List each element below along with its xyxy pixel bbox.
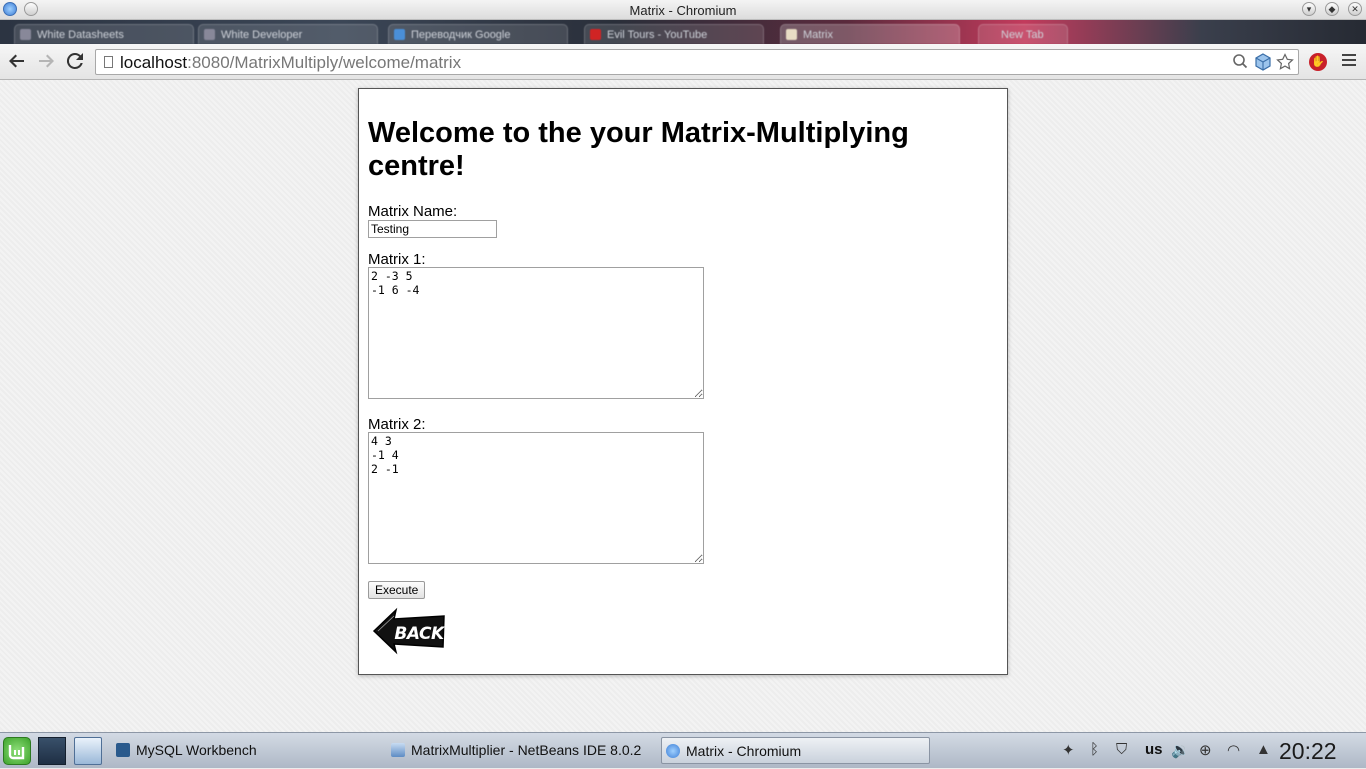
matrix-name-input[interactable] [368, 220, 497, 238]
back-button[interactable] [6, 51, 28, 73]
mint-menu-icon[interactable] [3, 737, 31, 765]
matrix-form-card: Welcome to the your Matrix-Multiplying c… [358, 88, 1008, 675]
network-icon[interactable]: ⊕ [1199, 741, 1212, 759]
tab-label: Переводчик Google [411, 29, 511, 41]
address-bar[interactable]: localhost:8080/MatrixMultiply/welcome/ma… [95, 49, 1299, 75]
show-desktop-icon[interactable] [38, 737, 66, 765]
chromium-icon [666, 744, 680, 758]
tab-2[interactable]: Переводчик Google [388, 24, 568, 44]
matrix-name-label: Matrix Name: [368, 203, 458, 220]
tab-4[interactable]: Matrix [780, 24, 960, 44]
task-label: MatrixMultiplier - NetBeans IDE 8.0.2 [411, 742, 642, 758]
tab-label: New Tab [1001, 29, 1044, 41]
url-host: localhost [120, 53, 188, 72]
wifi-icon[interactable]: ◠ [1227, 741, 1240, 759]
maximize-button[interactable]: ◆ [1325, 2, 1339, 16]
window-title-bar: Matrix - Chromium ▾ ◆ ✕ [0, 0, 1366, 20]
matrix2-label: Matrix 2: [368, 416, 426, 433]
forward-button[interactable] [35, 51, 57, 73]
browser-toolbar: localhost:8080/MatrixMultiply/welcome/ma… [0, 44, 1366, 80]
file-manager-icon[interactable] [74, 737, 102, 765]
close-button[interactable]: ✕ [1348, 2, 1362, 16]
task-netbeans[interactable]: MatrixMultiplier - NetBeans IDE 8.0.2 [387, 737, 657, 764]
task-label: MySQL Workbench [136, 742, 257, 758]
tab-favicon-icon [786, 29, 797, 40]
minimize-button[interactable]: ▾ [1302, 2, 1316, 16]
tab-strip: White Datasheets White Developer Перевод… [0, 20, 1366, 44]
back-link[interactable]: BACK [372, 607, 446, 655]
window-title: Matrix - Chromium [629, 3, 737, 18]
matrix1-textarea[interactable]: 2 -3 5 -1 6 -4 [368, 267, 704, 399]
clock[interactable]: 20:22 [1279, 738, 1337, 765]
tab-favicon-icon [394, 29, 405, 40]
tab-0[interactable]: White Datasheets [14, 24, 194, 44]
tab-favicon-icon [590, 29, 601, 40]
shield-icon[interactable]: ⛉ [1116, 741, 1127, 758]
extension-cube-icon[interactable] [1254, 53, 1272, 76]
tab-label: Evil Tours - YouTube [607, 29, 708, 41]
tab-favicon-icon [20, 29, 31, 40]
zoom-search-icon[interactable] [1232, 53, 1248, 74]
mysql-workbench-icon [116, 743, 130, 757]
reload-button[interactable] [64, 51, 86, 73]
tray-expand-icon[interactable]: ▲ [1256, 741, 1271, 758]
tab-label: White Developer [221, 29, 303, 41]
matrix1-label: Matrix 1: [368, 251, 426, 268]
matrix2-textarea[interactable]: 4 3 -1 4 2 -1 [368, 432, 704, 564]
tab-label: Matrix [803, 29, 833, 41]
tab-favicon-icon [204, 29, 215, 40]
chrome-menu-icon[interactable] [1342, 54, 1356, 68]
netbeans-icon [391, 743, 405, 757]
tab-3[interactable]: Evil Tours - YouTube [584, 24, 764, 44]
page-icon [104, 56, 113, 68]
task-mysql-workbench[interactable]: MySQL Workbench [112, 737, 382, 764]
execute-button[interactable]: Execute [368, 581, 426, 599]
page-heading: Welcome to the your Matrix-Multiplying c… [368, 117, 909, 182]
keyboard-layout-indicator[interactable]: us [1145, 741, 1163, 758]
task-label: Matrix - Chromium [686, 743, 802, 759]
tab-1[interactable]: White Developer [198, 24, 378, 44]
task-chromium[interactable]: Matrix - Chromium [661, 737, 930, 764]
tab-label: White Datasheets [37, 29, 124, 41]
back-arrow-icon: BACK [372, 607, 446, 655]
dropbox-icon[interactable]: ✦ [1062, 741, 1075, 759]
arrow-right-icon [39, 54, 54, 68]
stop-extension-icon[interactable]: ✋ [1309, 53, 1327, 71]
reload-icon [66, 52, 83, 69]
volume-icon[interactable]: 🔉 [1171, 741, 1190, 759]
bluetooth-icon[interactable]: ᛒ [1090, 741, 1099, 758]
taskbar: MySQL Workbench MatrixMultiplier - NetBe… [0, 732, 1366, 768]
arrow-left-icon [9, 54, 24, 68]
bookmark-star-icon[interactable] [1276, 53, 1294, 76]
url-path: :8080/MatrixMultiply/welcome/matrix [187, 53, 462, 72]
url-text: localhost:8080/MatrixMultiply/welcome/ma… [120, 53, 461, 73]
tab-5[interactable]: New Tab [978, 24, 1068, 44]
back-image-text: BACK [394, 624, 446, 644]
page-viewport: Welcome to the your Matrix-Multiplying c… [0, 80, 1366, 732]
